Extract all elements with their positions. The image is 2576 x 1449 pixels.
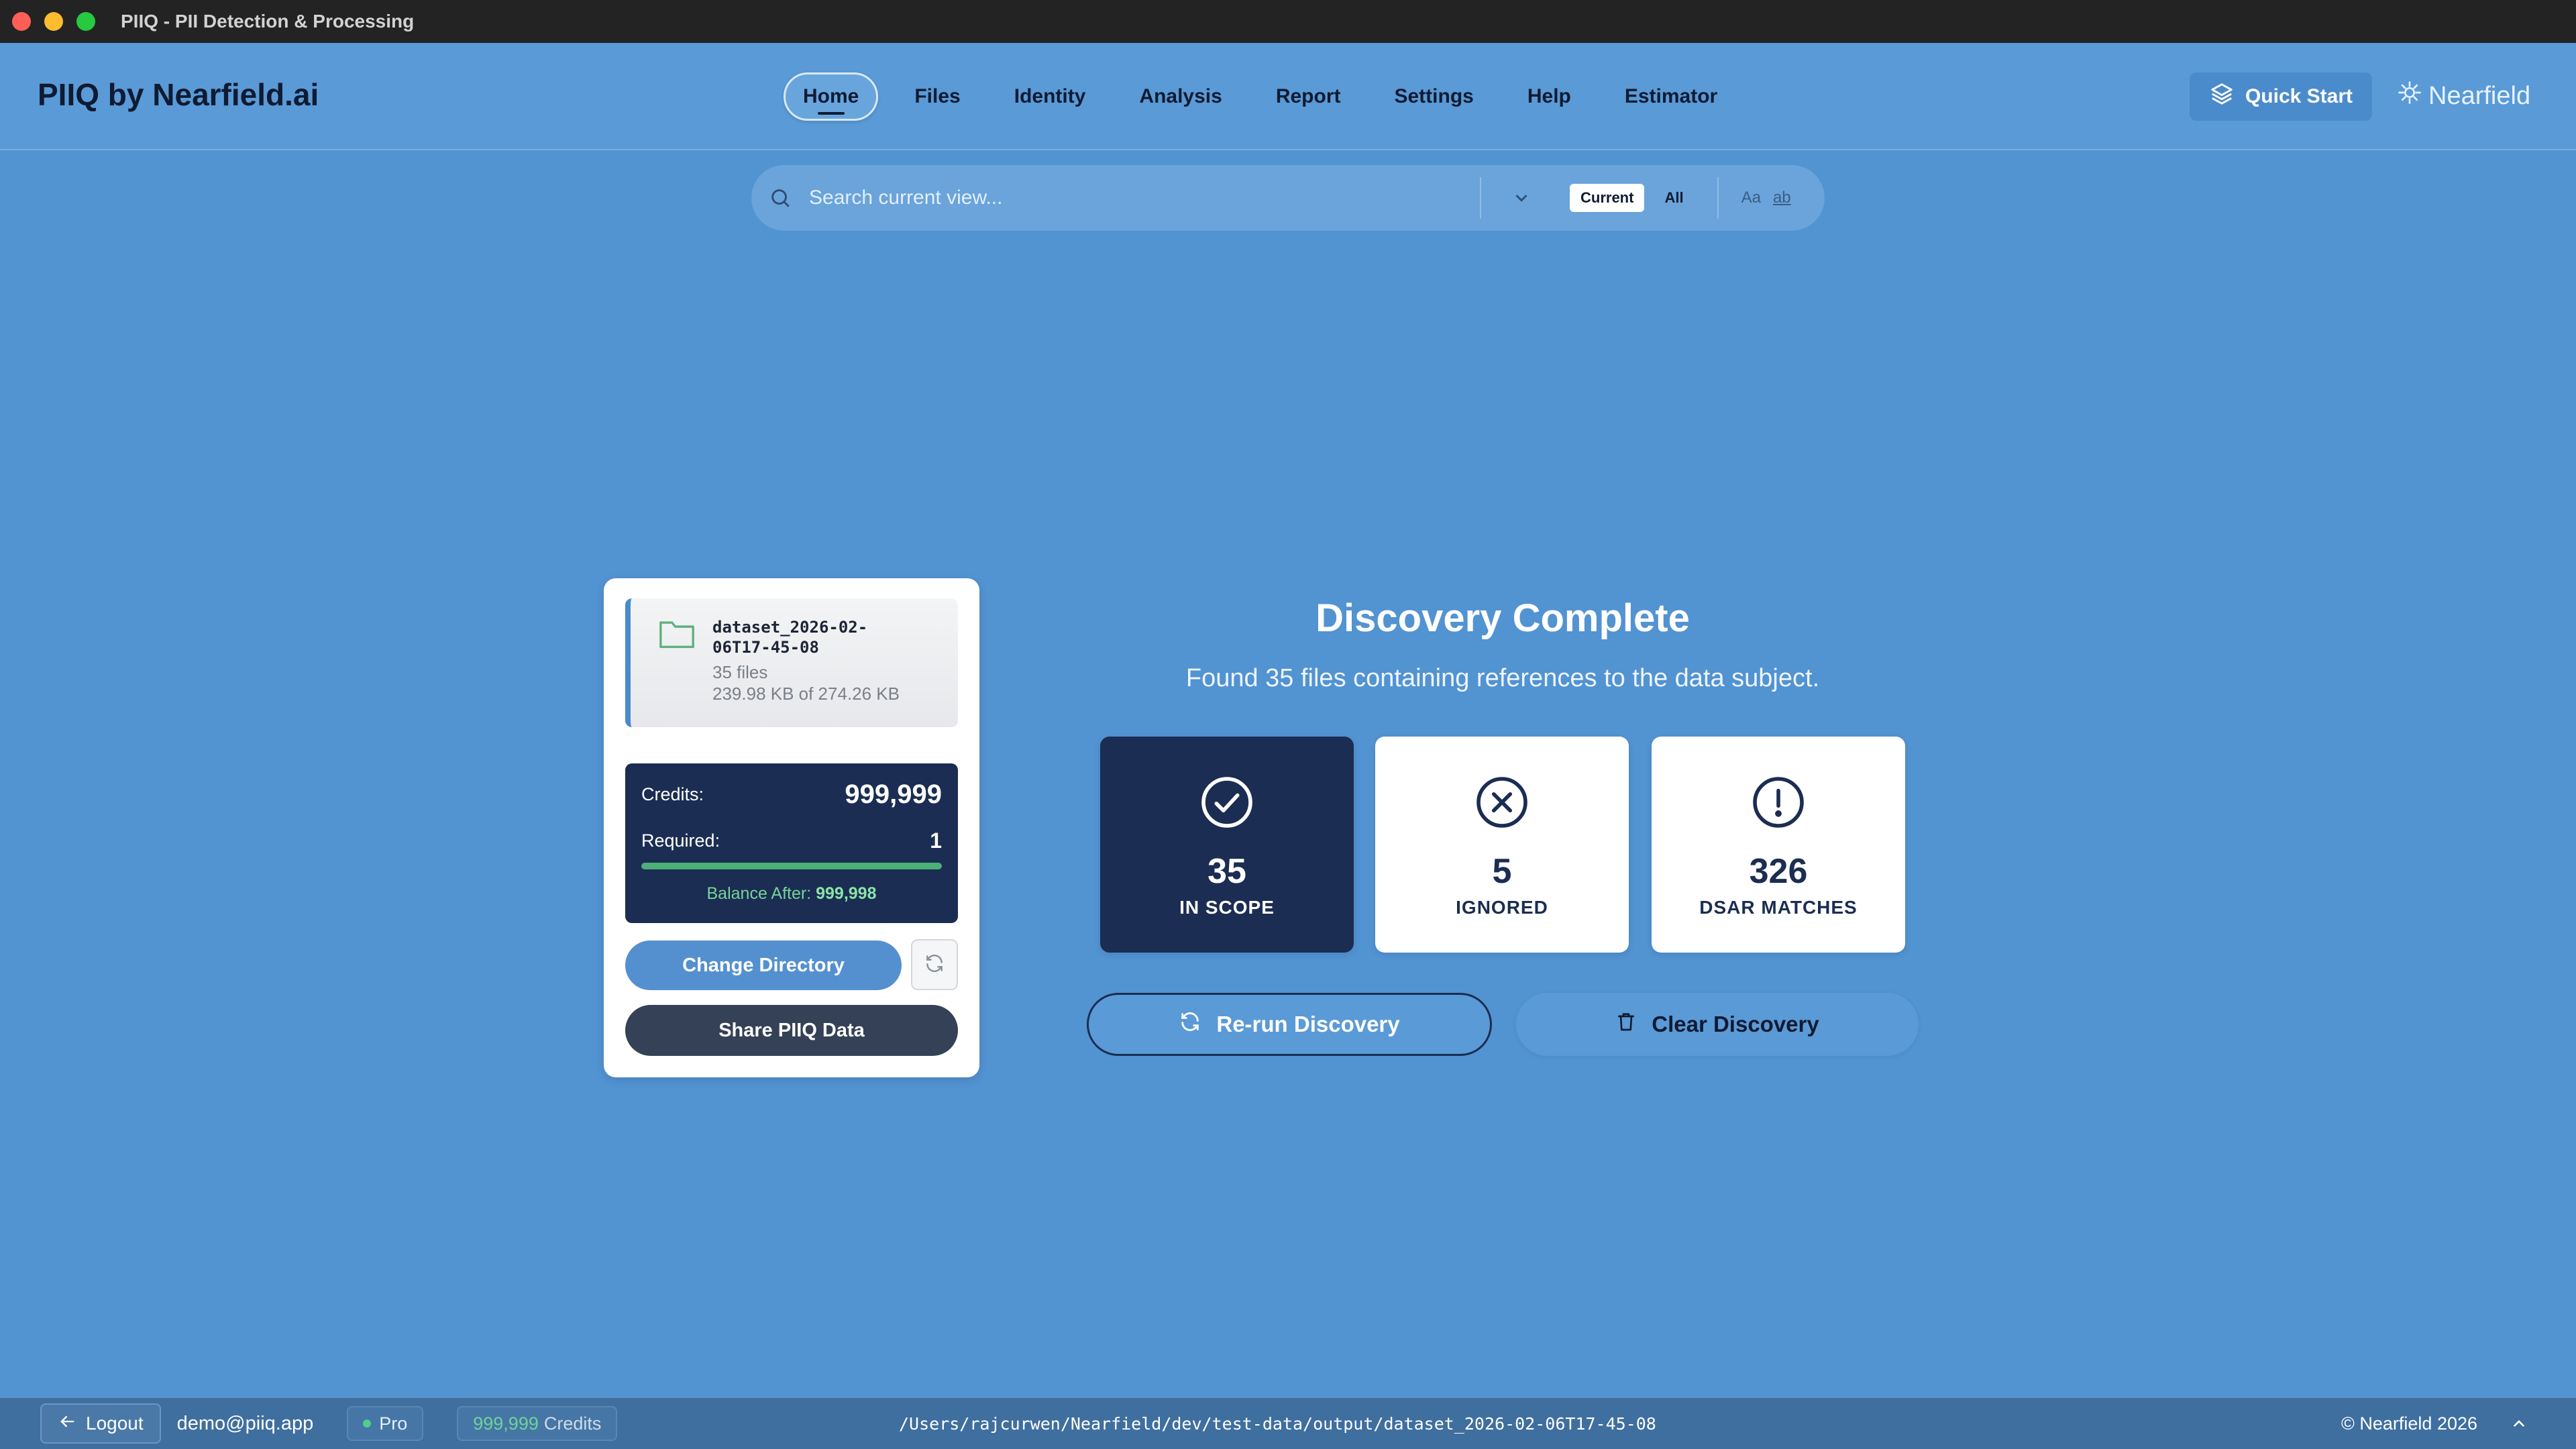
logout-button[interactable]: Logout xyxy=(40,1403,161,1444)
credits-label: Credits: xyxy=(641,784,704,804)
nav-identity[interactable]: Identity xyxy=(997,73,1104,120)
plan-badge: Pro xyxy=(347,1406,424,1441)
refresh-button[interactable] xyxy=(911,939,958,990)
nav-files[interactable]: Files xyxy=(897,73,977,120)
logo-text: Nearfield xyxy=(2428,81,2531,110)
change-directory-button[interactable]: Change Directory xyxy=(625,941,902,990)
chevron-up-icon[interactable] xyxy=(2510,1415,2528,1432)
folder-details: dataset_2026-02-06T17-45-08 35 files 239… xyxy=(712,617,914,727)
check-circle-icon xyxy=(1199,774,1255,834)
balance-label: Balance After: xyxy=(706,884,812,903)
user-email: demo@piiq.app xyxy=(176,1412,314,1434)
ignored-label: IGNORED xyxy=(1456,897,1548,918)
search-divider-2 xyxy=(1717,177,1719,219)
required-value: 1 xyxy=(930,828,942,853)
required-label: Required: xyxy=(641,830,720,851)
layers-icon xyxy=(2209,81,2235,112)
plan-label: Pro xyxy=(379,1413,408,1434)
credits-value: 999,999 xyxy=(845,780,942,809)
folder-icon xyxy=(657,617,696,727)
refresh-icon xyxy=(924,953,945,977)
status-dot xyxy=(363,1419,372,1428)
credits-badge-label: Credits xyxy=(543,1413,602,1434)
minimize-window-button[interactable] xyxy=(44,12,63,31)
size-info: 239.98 KB of 274.26 KB xyxy=(712,684,900,704)
zoom-window-button[interactable] xyxy=(76,12,95,31)
whole-word-toggle[interactable]: ab xyxy=(1773,189,1791,207)
alert-circle-icon xyxy=(1750,774,1807,834)
search-icon xyxy=(769,186,798,209)
directory-card: dataset_2026-02-06T17-45-08 35 files 239… xyxy=(604,578,979,1077)
window-titlebar: PIIQ - PII Detection & Processing xyxy=(0,0,2576,43)
in-scope-label: IN SCOPE xyxy=(1179,897,1275,918)
balance-value: 999,998 xyxy=(816,884,877,903)
required-progress-fill xyxy=(641,863,942,869)
nav-help[interactable]: Help xyxy=(1510,73,1589,120)
quick-start-label: Quick Start xyxy=(2245,85,2353,107)
chevron-down-icon[interactable] xyxy=(1481,188,1562,208)
stat-ignored[interactable]: 5 IGNORED xyxy=(1375,737,1629,953)
scope-all[interactable]: All xyxy=(1654,184,1694,212)
nearfield-logo: Nearfield xyxy=(2396,79,2530,113)
search-options: Aa ab xyxy=(1741,189,1791,207)
nav-home[interactable]: Home xyxy=(784,72,879,121)
window-controls xyxy=(12,12,95,31)
dsar-matches-label: DSAR MATCHES xyxy=(1699,897,1858,918)
nav-estimator[interactable]: Estimator xyxy=(1607,73,1735,120)
logout-label: Logout xyxy=(86,1413,144,1434)
brand-title: PIIQ by Nearfield.ai xyxy=(38,77,319,112)
clear-discovery-button[interactable]: Clear Discovery xyxy=(1516,993,1919,1056)
refresh-icon xyxy=(1179,1010,1201,1038)
credits-panel: Credits: 999,999 Required: 1 Balance Aft… xyxy=(625,763,958,923)
copyright: © Nearfield 2026 xyxy=(2341,1413,2478,1434)
balance-after: Balance After: 999,998 xyxy=(641,884,942,904)
file-count: 35 files xyxy=(712,662,768,682)
close-window-button[interactable] xyxy=(12,12,31,31)
trash-icon xyxy=(1615,1011,1637,1038)
search-input[interactable] xyxy=(809,186,1480,209)
rerun-discovery-label: Re-run Discovery xyxy=(1216,1012,1400,1036)
discovery-title: Discovery Complete xyxy=(1316,596,1690,640)
status-bar: Logout demo@piiq.app Pro 999,999 Credits… xyxy=(0,1397,2576,1449)
nav-analysis[interactable]: Analysis xyxy=(1122,73,1239,120)
arrow-left-icon xyxy=(58,1412,76,1436)
match-case-toggle[interactable]: Aa xyxy=(1741,189,1761,207)
credits-badge: 999,999 Credits xyxy=(457,1406,618,1441)
sparkle-icon xyxy=(2396,79,2423,113)
nav-report[interactable]: Report xyxy=(1258,73,1358,120)
in-scope-count: 35 xyxy=(1208,852,1246,891)
rerun-discovery-button[interactable]: Re-run Discovery xyxy=(1087,993,1492,1056)
required-progress-bar xyxy=(641,863,942,869)
dsar-matches-count: 326 xyxy=(1749,852,1808,891)
share-piiq-data-button[interactable]: Share PIIQ Data xyxy=(625,1005,958,1056)
quick-start-button[interactable]: Quick Start xyxy=(2190,72,2372,121)
clear-discovery-label: Clear Discovery xyxy=(1652,1012,1819,1036)
top-navbar: PIIQ by Nearfield.ai Home Files Identity… xyxy=(0,43,2576,150)
search-scope-toggle: Current All xyxy=(1570,184,1695,212)
discovery-subtitle: Found 35 files containing references to … xyxy=(1185,664,1820,692)
selected-folder: dataset_2026-02-06T17-45-08 35 files 239… xyxy=(625,598,958,727)
ignored-count: 5 xyxy=(1492,852,1512,891)
main-nav: Home Files Identity Analysis Report Sett… xyxy=(784,72,1754,121)
output-path: /Users/rajcurwen/Nearfield/dev/test-data… xyxy=(899,1413,1656,1434)
scope-current[interactable]: Current xyxy=(1570,184,1645,212)
nav-settings[interactable]: Settings xyxy=(1377,73,1491,120)
stat-in-scope[interactable]: 35 IN SCOPE xyxy=(1100,737,1354,953)
folder-name: dataset_2026-02-06T17-45-08 xyxy=(712,618,868,657)
stat-dsar-matches[interactable]: 326 DSAR MATCHES xyxy=(1652,737,1905,953)
x-circle-icon xyxy=(1474,774,1530,834)
search-bar: Current All Aa ab xyxy=(751,165,1825,231)
credits-amount: 999,999 xyxy=(473,1413,539,1434)
window-title: PIIQ - PII Detection & Processing xyxy=(121,11,415,32)
